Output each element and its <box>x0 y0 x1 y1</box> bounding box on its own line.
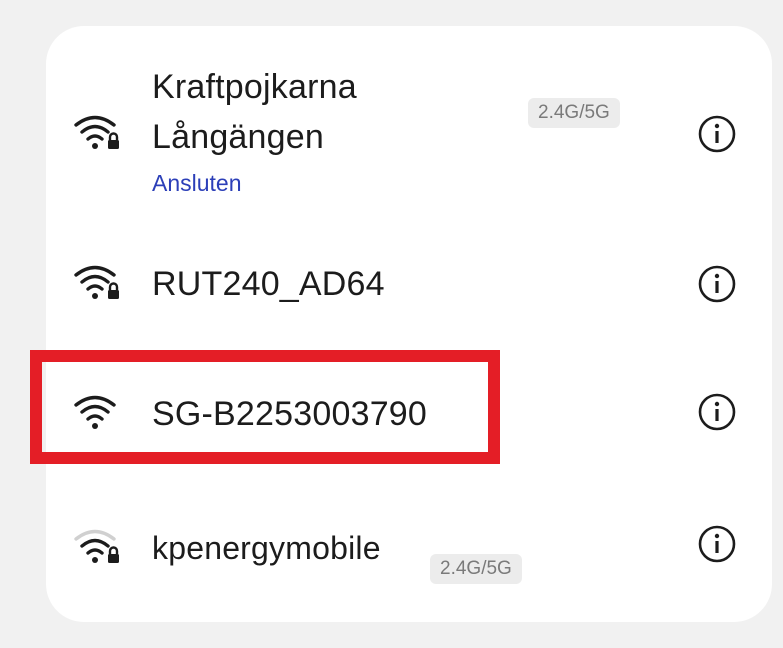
network-ssid: kpenergymobile <box>152 530 381 566</box>
network-ssid: Kraftpojkarna <box>152 68 357 106</box>
network-row-kraftpojkarna[interactable]: Kraftpojkarna Långängen Ansluten 2.4G/5G <box>46 26 772 216</box>
network-row-rut240[interactable]: RUT240_AD64 <box>46 232 772 336</box>
connection-status: Ansluten <box>152 170 242 196</box>
wifi-network-list: Kraftpojkarna Långängen Ansluten 2.4G/5G… <box>46 26 772 622</box>
network-row-kpenergymobile[interactable]: kpenergymobile 2.4G/5G <box>46 496 772 596</box>
network-ssid: Långängen <box>152 118 324 156</box>
wifi-weak-locked-icon <box>74 529 119 563</box>
wifi-locked-icon <box>74 265 119 299</box>
info-icon[interactable] <box>697 264 737 304</box>
info-icon[interactable] <box>697 392 737 432</box>
highlight-box <box>30 350 500 464</box>
band-badge: 2.4G/5G <box>528 98 620 128</box>
band-badge: 2.4G/5G <box>430 554 522 584</box>
network-ssid: RUT240_AD64 <box>152 265 385 303</box>
info-icon[interactable] <box>697 114 737 154</box>
info-icon[interactable] <box>697 524 737 564</box>
wifi-locked-icon <box>74 115 119 149</box>
